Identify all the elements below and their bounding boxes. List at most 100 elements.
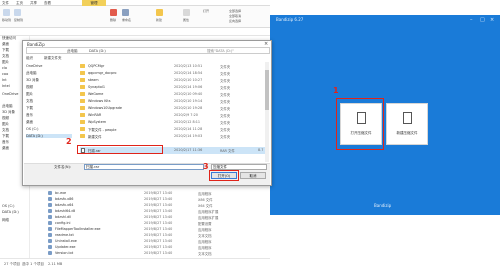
file-icon: [48, 215, 52, 219]
folder-icon: [80, 85, 85, 89]
nav-item[interactable]: 此电脑: [2, 104, 13, 109]
copy-to-icon[interactable]: [14, 9, 21, 16]
close-icon[interactable]: ×: [490, 17, 494, 23]
explorer-status-bar: 27 个项目 选中 1 个项目 2.11 MB: [0, 258, 270, 268]
rename-icon[interactable]: [122, 9, 129, 16]
nav-item[interactable]: Intel: [2, 84, 10, 88]
nav-item[interactable]: coo: [2, 72, 8, 76]
dialog-file-row[interactable]: Synaptol1 2020/2/14 19:06 文件夹: [80, 84, 265, 91]
nav-item[interactable]: clo: [2, 66, 7, 70]
dialog-nav-onedrive[interactable]: OneDrive: [26, 64, 42, 68]
minimize-icon[interactable]: –: [470, 17, 473, 23]
annotation-box-1: [336, 98, 384, 150]
new-folder-button[interactable]: 新建文件夹: [44, 56, 62, 61]
folder-icon: [80, 120, 85, 124]
dialog-toolbar: 组织 新建文件夹: [24, 55, 270, 61]
dialog-file-row[interactable]: WeGame 2020/2/10 09:40 文件夹: [80, 91, 265, 98]
dialog-nav-3d-objects[interactable]: 3D 对象: [26, 78, 39, 83]
maximize-icon[interactable]: □: [480, 17, 485, 23]
status-selected: 选中 1 个项目: [22, 262, 44, 266]
dialog-scrollbar-thumb[interactable]: [265, 70, 269, 110]
bandizip-title: Bandizip 6.27: [276, 17, 304, 22]
nav-item[interactable]: OS (C:): [2, 204, 14, 208]
nav-item[interactable]: 3D 对象: [2, 110, 15, 115]
folder-icon: [80, 106, 85, 110]
copy-to-label: 复制到: [14, 18, 24, 22]
nav-item[interactable]: 图片: [2, 122, 9, 127]
nav-item[interactable]: 下载: [2, 48, 9, 53]
dialog-file-row[interactable]: QQPCMgr 2020/2/13 10:51 文件夹: [80, 63, 265, 70]
folder-icon: [80, 127, 85, 131]
nav-item[interactable]: 音乐: [2, 140, 9, 145]
breadcrumb-this-pc[interactable]: 此电脑: [67, 49, 78, 54]
dialog-nav-documents[interactable]: 文档: [26, 99, 33, 104]
ribbon-toolbar: 移动到 复制到 删除 重命名 新建 属性 打开 全部选择 全部取消 反向选择: [0, 6, 270, 28]
nav-item[interactable]: 网络: [2, 218, 9, 223]
dialog-nav-this-pc[interactable]: 此电脑: [26, 71, 37, 76]
new-archive-icon: [403, 112, 412, 124]
folder-icon: [80, 64, 85, 68]
nav-item[interactable]: 快速访问: [2, 36, 16, 41]
properties-icon[interactable]: [183, 9, 190, 16]
folder-icon: [80, 78, 85, 82]
dialog-search-input[interactable]: 搜索"DATA (D:)": [207, 49, 234, 54]
nav-item[interactable]: DATA (D:): [2, 210, 19, 214]
new-archive-label: 新建压缩文件: [396, 131, 418, 135]
nav-item[interactable]: OneDrive: [2, 92, 18, 96]
dialog-file-row[interactable]: 下载文件 - people 2020/2/14 11:28 文件夹: [80, 126, 265, 133]
nav-item[interactable]: 桌面: [2, 42, 9, 47]
new-archive-button[interactable]: 新建压缩文件: [386, 103, 428, 145]
dialog-file-row[interactable]: WinRAR 2020/2/9 7:20 文件夹: [80, 112, 265, 119]
bandizip-window: [270, 15, 500, 215]
file-icon: [48, 203, 52, 207]
nav-item[interactable]: 文档: [2, 128, 9, 133]
nav-item[interactable]: Int: [2, 78, 7, 82]
dialog-file-row[interactable]: 新建文件 2020/2/14 19:03 文件夹: [80, 133, 265, 140]
file-icon: [48, 233, 52, 237]
file-icon: [48, 197, 52, 201]
annotation-number-3: 3: [203, 162, 209, 171]
annotation-number-2: 2: [66, 137, 72, 146]
dialog-nav-os-c[interactable]: OS (C:): [26, 127, 38, 131]
file-icon: [48, 209, 52, 213]
dialog-file-row[interactable]: qqpcmgr_docpro 2020/2/14 18:54 文件夹: [80, 70, 265, 77]
nav-item[interactable]: 下载: [2, 134, 9, 139]
dialog-nav-downloads[interactable]: 下载: [26, 106, 33, 111]
properties-label: 属性: [183, 18, 190, 22]
dialog-nav-videos[interactable]: 视频: [26, 85, 33, 90]
delete-icon[interactable]: [110, 9, 117, 16]
nav-item[interactable]: 文档: [2, 54, 9, 59]
dialog-file-row[interactable]: Windows10Upgrade 2020/2/10 19:28 文件夹: [80, 105, 265, 112]
rename-label: 重命名: [122, 18, 132, 22]
filename-label: 文件名(N):: [54, 165, 72, 169]
dialog-address-bar[interactable]: 此电脑 DATA (D:) 搜索"DATA (D:)": [26, 47, 270, 54]
folder-icon: [80, 92, 85, 96]
organize-button[interactable]: 组织: [26, 56, 33, 61]
dialog-nav-pictures[interactable]: 图片: [26, 92, 33, 97]
annotation-number-1: 1: [333, 86, 339, 95]
dialog-file-row[interactable]: WpSystem 2020/2/12 8:11 文件夹: [80, 119, 265, 126]
dialog-nav-desktop[interactable]: 桌面: [26, 120, 33, 125]
invert-selection-label[interactable]: 反向选择: [229, 19, 241, 23]
select-none-label[interactable]: 全部取消: [229, 14, 241, 18]
filename-input[interactable]: 扫描.rar: [84, 164, 204, 170]
select-all-label[interactable]: 全部选择: [229, 9, 241, 13]
explorer-address-bar[interactable]: [0, 28, 270, 36]
delete-label: 删除: [110, 18, 117, 22]
annotation-box-3: [209, 170, 239, 181]
nav-item[interactable]: 桌面: [2, 146, 9, 151]
dialog-nav-music[interactable]: 音乐: [26, 113, 33, 118]
breadcrumb-data-d[interactable]: DATA (D:): [89, 49, 106, 53]
move-to-icon[interactable]: [3, 9, 10, 16]
dialog-file-row[interactable]: Windows Kits 2020/2/10 19:14 文件夹: [80, 98, 265, 105]
dialog-file-row[interactable]: steam 2020/2/10 10:27 文件夹: [80, 77, 265, 84]
cancel-button[interactable]: 取消: [240, 172, 266, 179]
list-item[interactable]: Version.txt 2019/8/27 13:40 文本文档: [48, 250, 278, 256]
new-folder-icon[interactable]: [156, 9, 163, 16]
status-size: 2.11 MB: [48, 262, 63, 266]
nav-item[interactable]: 视频: [2, 116, 9, 121]
folder-icon: [80, 99, 85, 103]
open-label[interactable]: 打开: [203, 9, 209, 13]
nav-item[interactable]: 图片: [2, 60, 9, 65]
folder-icon: [80, 134, 85, 138]
